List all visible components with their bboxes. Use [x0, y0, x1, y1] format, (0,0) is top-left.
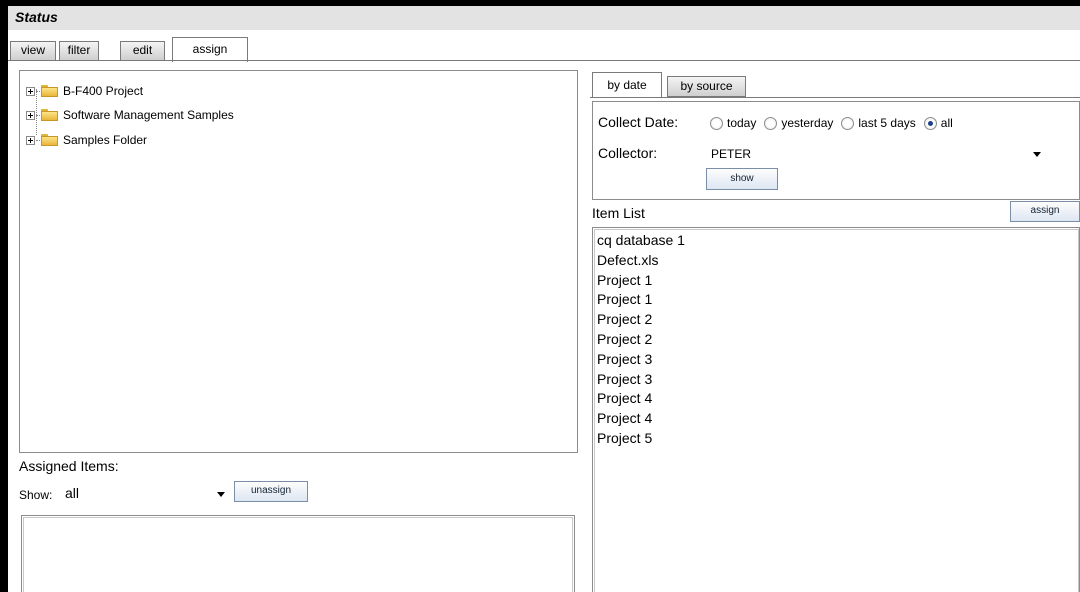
tree-item-label: B-F400 Project — [63, 84, 144, 98]
collector-label: Collector: — [598, 145, 658, 161]
collector-value: PETER — [711, 147, 752, 161]
assigned-items-label: Assigned Items: — [19, 458, 119, 474]
folder-icon — [41, 85, 58, 97]
radio-today[interactable]: today — [710, 116, 756, 130]
show-button[interactable]: show — [706, 168, 778, 190]
radio-label: today — [727, 116, 757, 130]
tree-item[interactable]: Software Management Samples — [26, 106, 234, 124]
item-list[interactable]: cq database 1 Defect.xls Project 1 Proje… — [592, 227, 1080, 592]
tab-by-date[interactable]: by date — [592, 72, 662, 98]
list-item[interactable]: Project 2 — [597, 330, 1075, 350]
list-item[interactable]: Defect.xls — [597, 251, 1075, 271]
tree-item-label: Software Management Samples — [63, 108, 234, 122]
show-select-value: all — [65, 485, 80, 501]
collect-date-label: Collect Date: — [598, 114, 679, 130]
folder-icon — [41, 109, 58, 121]
list-item[interactable]: Project 2 — [597, 310, 1075, 330]
tree-item-label: Samples Folder — [63, 133, 148, 147]
tab-view[interactable]: view — [10, 41, 56, 61]
tree-dots — [36, 139, 40, 141]
list-item[interactable]: cq database 1 — [597, 231, 1075, 251]
radio-label: yesterday — [781, 116, 834, 130]
radio-icon[interactable] — [841, 116, 855, 130]
show-label: Show: — [19, 488, 53, 502]
assigned-items-list[interactable] — [21, 515, 575, 592]
radio-icon[interactable] — [710, 116, 723, 130]
expand-icon[interactable] — [26, 135, 35, 145]
tab-divider — [8, 60, 1080, 61]
radio-last-5-days[interactable]: last 5 days — [841, 116, 916, 130]
expand-icon[interactable] — [26, 86, 35, 96]
tab-filter[interactable]: filter — [59, 41, 99, 61]
radio-all[interactable]: all — [923, 116, 953, 130]
title-bar: Status — [8, 6, 1080, 30]
folder-tree[interactable]: B-F400 Project Software Management Sampl… — [19, 70, 578, 453]
window-left-border — [0, 0, 8, 592]
unassign-button[interactable]: unassign — [234, 481, 308, 502]
tree-dots — [36, 90, 40, 92]
show-select[interactable]: all — [60, 482, 229, 504]
tree-item[interactable]: B-F400 Project — [26, 82, 143, 100]
radio-yesterday[interactable]: yesterday — [764, 116, 833, 130]
expand-icon[interactable] — [26, 110, 35, 120]
assign-button[interactable]: assign — [1010, 201, 1080, 222]
chevron-down-icon — [217, 492, 225, 497]
tab-edit[interactable]: edit — [120, 41, 165, 61]
radio-label: all — [940, 116, 953, 130]
radio-label: last 5 days — [858, 116, 916, 130]
list-item[interactable]: Project 4 — [597, 389, 1075, 409]
radio-selected-icon[interactable] — [923, 116, 937, 130]
collector-select[interactable]: PETER — [700, 142, 1045, 164]
collect-date-options: today yesterday last 5 days all — [710, 116, 961, 130]
item-list-label: Item List — [592, 205, 645, 221]
list-item[interactable]: Project 5 — [597, 429, 1075, 449]
list-item[interactable]: Project 3 — [597, 350, 1075, 370]
list-item[interactable]: Project 3 — [597, 370, 1075, 390]
tree-item[interactable]: Samples Folder — [26, 131, 147, 149]
subtab-divider — [590, 97, 1080, 98]
tab-by-source[interactable]: by source — [667, 76, 746, 97]
radio-icon[interactable] — [764, 116, 778, 130]
list-item[interactable]: Project 1 — [597, 290, 1075, 310]
window-title: Status — [15, 9, 58, 25]
chevron-down-icon — [1033, 152, 1041, 157]
tab-assign[interactable]: assign — [172, 37, 248, 62]
list-item[interactable]: Project 1 — [597, 271, 1075, 291]
tree-dots — [36, 114, 40, 116]
list-item[interactable]: Project 4 — [597, 409, 1075, 429]
folder-icon — [41, 134, 58, 146]
